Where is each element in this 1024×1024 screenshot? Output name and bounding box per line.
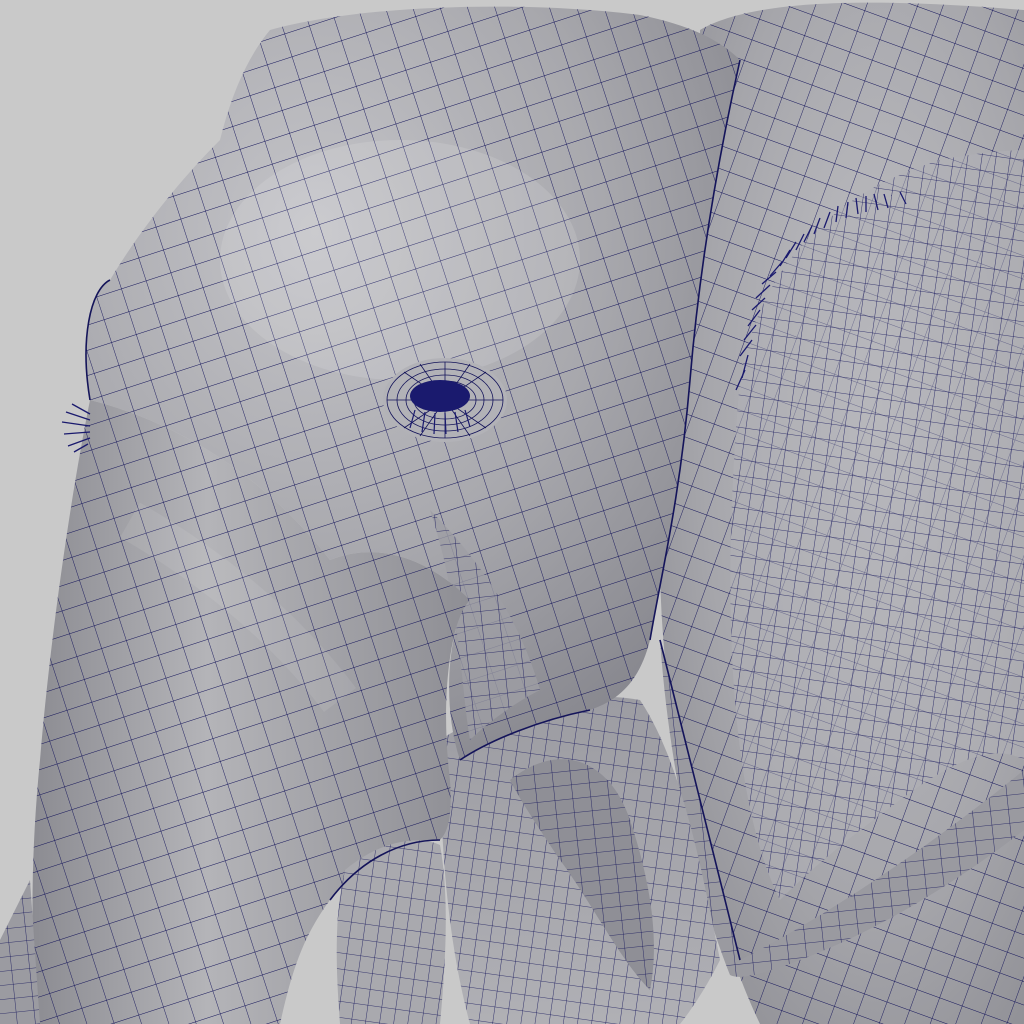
elephant-mesh-render[interactable]	[0, 0, 1024, 1024]
eye-mesh[interactable]	[383, 358, 507, 442]
eye-icon	[410, 380, 470, 412]
3d-viewport[interactable]	[0, 0, 1024, 1024]
tusk-mesh[interactable]	[336, 840, 446, 1024]
